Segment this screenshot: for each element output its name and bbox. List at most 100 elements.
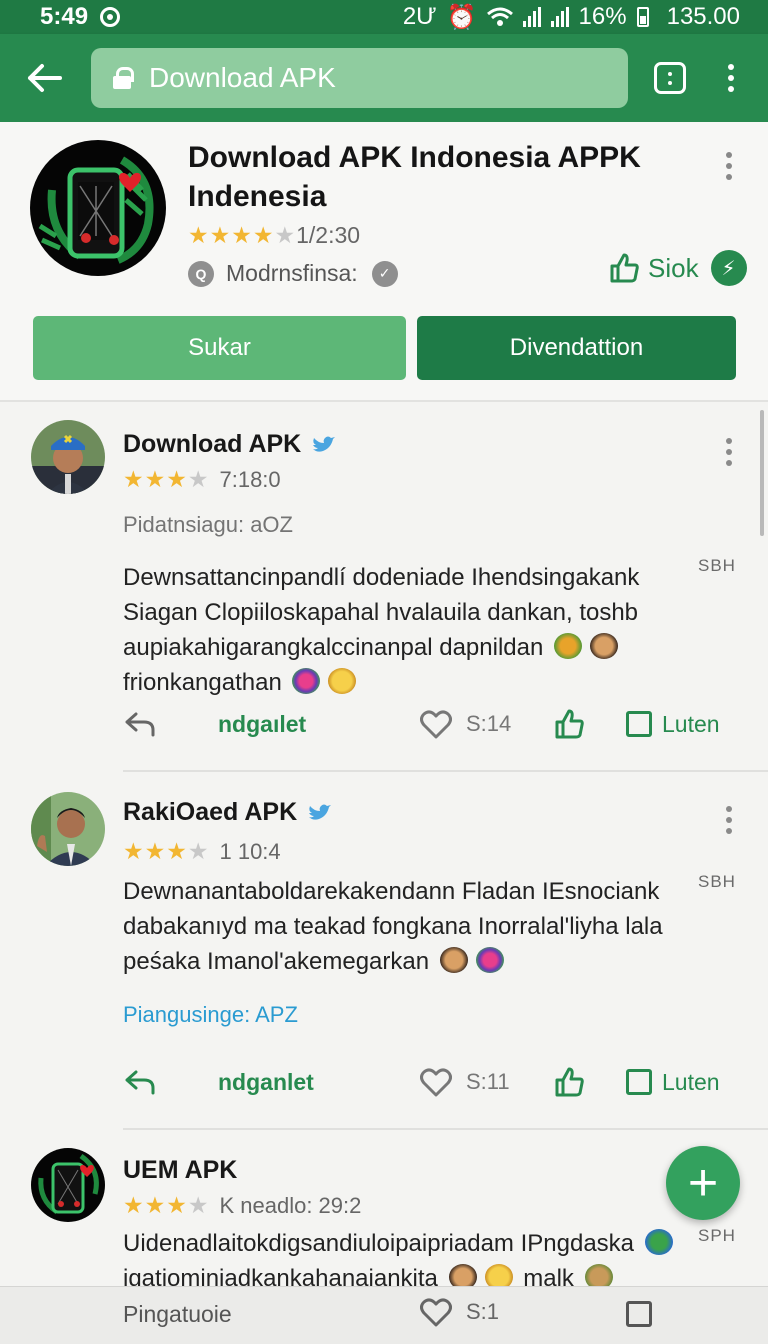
star-rating: ★★★★	[123, 466, 210, 492]
author-name[interactable]: UEM APK	[123, 1156, 237, 1185]
thumbs-up-button[interactable]	[553, 1062, 585, 1102]
overflow-menu-button[interactable]	[728, 64, 734, 92]
app-like-button[interactable]: Siok ⚡	[608, 250, 747, 286]
developer-name: Modrnsfinsa:	[226, 260, 358, 286]
avatar[interactable]	[31, 420, 105, 494]
like-button[interactable]: S:14	[420, 704, 511, 744]
post-menu-button[interactable]	[726, 806, 732, 834]
flower-emoji-icon	[292, 668, 321, 694]
reply-button[interactable]	[124, 704, 156, 744]
heart-icon	[420, 710, 452, 739]
thumbs-up-icon	[555, 709, 584, 739]
star-rating: ★★★★	[123, 838, 210, 864]
arrow-left-icon	[28, 64, 62, 92]
smiley-emoji-icon	[328, 668, 357, 694]
emoji-icon	[644, 1229, 673, 1255]
post-rating-meta: 7:18:0	[219, 466, 281, 492]
tabs-button[interactable]	[654, 62, 686, 94]
status-extra: 135.00	[666, 3, 740, 30]
battery-percent: 16%	[578, 3, 627, 30]
post-action-link[interactable]: ndganlet	[218, 1062, 314, 1102]
post-actions: ndganlet S:11 Luten	[0, 1062, 768, 1102]
bottom-checkbox-button[interactable]	[626, 1301, 652, 1327]
thumbs-up-button[interactable]	[553, 704, 585, 744]
author-name[interactable]: Download APK	[123, 430, 336, 459]
wifi-icon	[486, 7, 513, 26]
app-rating: ★★★★★ 1/2:30	[188, 222, 360, 249]
smiley-emoji-icon	[484, 1264, 513, 1286]
save-label: Luten	[662, 1068, 720, 1095]
app-developer[interactable]: Q Modrnsfinsa: ✓	[188, 260, 398, 287]
heart-icon	[420, 1298, 452, 1327]
secondary-action-button[interactable]: Divendattion	[417, 316, 736, 380]
like-count: S:11	[466, 1069, 510, 1094]
post-menu-button[interactable]	[726, 438, 732, 466]
app-menu-button[interactable]	[726, 152, 732, 180]
lock-icon	[113, 67, 134, 89]
avatar[interactable]	[31, 1148, 105, 1222]
post-subline: Pidatnsiagu: aOZ	[123, 512, 293, 537]
primary-action-button[interactable]: Sukar	[33, 316, 406, 380]
app-header: Download APK Indonesia APPK Indenesia ★★…	[0, 122, 768, 402]
post-body: Uidenadlaitokdigsandiuloipaipriadam IPng…	[123, 1226, 693, 1286]
add-button[interactable]: +	[666, 1146, 740, 1220]
lightning-icon: ⚡	[710, 250, 747, 286]
post-tag: SBH	[698, 872, 736, 891]
emoji-icon	[554, 633, 582, 659]
save-label: Luten	[662, 710, 720, 737]
post-rating: ★★★★ 7:18:0	[123, 466, 281, 493]
post-tag: SPH	[698, 1226, 736, 1245]
thumbs-up-icon	[555, 1067, 584, 1097]
post-rating-meta: K neadlo: 29:2	[219, 1192, 362, 1218]
author-name[interactable]: RakiOaed APK	[123, 798, 332, 827]
bottom-like-button[interactable]: S:1	[420, 1297, 499, 1327]
battery-icon	[636, 7, 649, 27]
post-body: Dewnanantaboldarekakendann Fladan IEsnoc…	[123, 878, 663, 975]
divider	[123, 770, 768, 772]
post-actions: ndgaılet S:14 Luten	[0, 704, 768, 744]
signal-icon	[522, 7, 541, 27]
status-time: 5:49	[40, 3, 89, 30]
app-rating-meta: 1/2:30	[296, 222, 361, 248]
verified-bird-icon	[309, 804, 332, 820]
scrollbar[interactable]	[760, 410, 764, 536]
verified-bird-icon	[313, 436, 336, 452]
like-button[interactable]: S:11	[420, 1062, 510, 1102]
search-icon: Q	[188, 260, 214, 287]
like-count: S:14	[466, 711, 512, 736]
post-action-link[interactable]: ndgaılet	[218, 704, 306, 744]
flower-emoji-icon	[475, 947, 504, 973]
reply-icon	[125, 712, 155, 737]
toolbar: Download APK	[0, 34, 768, 122]
address-text: Download APK	[149, 62, 336, 93]
emoji-icon	[439, 947, 468, 973]
bottom-bar-label[interactable]: Pingatuoie	[123, 1301, 232, 1328]
emoji-icon	[448, 1264, 477, 1286]
save-button[interactable]: Luten	[626, 704, 720, 744]
post-rating-meta: 1 10:4	[219, 838, 281, 864]
app-like-label: Siok	[648, 252, 699, 283]
app-title: Download APK Indonesia APPK Indenesia	[188, 141, 641, 213]
checkbox-icon	[626, 711, 652, 737]
post-tag: SBH	[698, 556, 736, 575]
post-body: Dewnsattancinpandlí dodeniade Ihendsinga…	[123, 564, 640, 696]
thumbs-up-icon	[610, 253, 639, 283]
save-button[interactable]: Luten	[626, 1062, 720, 1102]
alarm-icon: ⏰	[446, 3, 477, 31]
bottom-like-count: S:1	[466, 1299, 500, 1324]
emoji-icon	[590, 633, 618, 659]
back-button[interactable]	[22, 56, 66, 100]
avatar[interactable]	[31, 792, 105, 866]
address-bar[interactable]: Download APK	[91, 48, 628, 108]
reply-icon	[125, 1070, 155, 1095]
post-link[interactable]: Piangusinge: APZ	[123, 1002, 298, 1028]
checkbox-icon	[626, 1069, 652, 1095]
app-logo	[30, 140, 166, 276]
divider	[123, 1128, 768, 1130]
status-indicators: 2Ư ⏰ 16% 135.00	[403, 3, 740, 32]
status-bar: 5:49 2Ư ⏰ 16% 135.00	[0, 0, 768, 34]
reply-button[interactable]	[124, 1062, 156, 1102]
heart-icon	[420, 1068, 452, 1097]
bottom-bar: Pingatuoie S:1	[0, 1286, 768, 1344]
star-rating: ★★★★	[123, 1192, 210, 1218]
